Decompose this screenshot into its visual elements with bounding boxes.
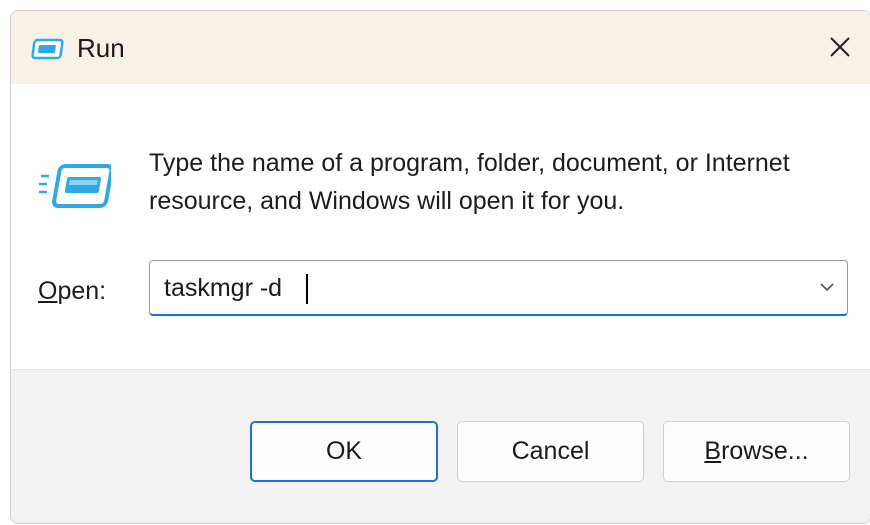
open-combobox[interactable] bbox=[149, 260, 848, 316]
browse-button[interactable]: Browse... bbox=[663, 421, 850, 482]
browse-accelerator: B bbox=[704, 437, 722, 465]
description-text: Type the name of a program, folder, docu… bbox=[149, 149, 790, 215]
open-label-accelerator: O bbox=[38, 277, 58, 305]
run-dialog: Run Type the name of a program, folder, … bbox=[10, 10, 870, 524]
close-icon bbox=[830, 37, 850, 57]
button-bar: OK Cancel Browse... bbox=[11, 369, 870, 523]
title-bar: Run bbox=[11, 11, 870, 84]
close-button[interactable] bbox=[810, 21, 870, 73]
chevron-down-icon bbox=[820, 283, 834, 292]
open-label: Open: bbox=[38, 274, 106, 308]
open-input[interactable] bbox=[164, 269, 784, 307]
run-icon bbox=[39, 164, 111, 208]
dropdown-button[interactable] bbox=[815, 275, 839, 299]
ok-button[interactable]: OK bbox=[250, 421, 438, 482]
run-icon bbox=[31, 38, 64, 60]
open-label-text: pen: bbox=[57, 277, 107, 305]
text-caret bbox=[306, 274, 308, 304]
window-title: Run bbox=[77, 33, 125, 63]
cancel-button[interactable]: Cancel bbox=[457, 421, 644, 482]
browse-label: rowse... bbox=[721, 437, 809, 465]
dialog-content: Type the name of a program, folder, docu… bbox=[11, 84, 870, 379]
